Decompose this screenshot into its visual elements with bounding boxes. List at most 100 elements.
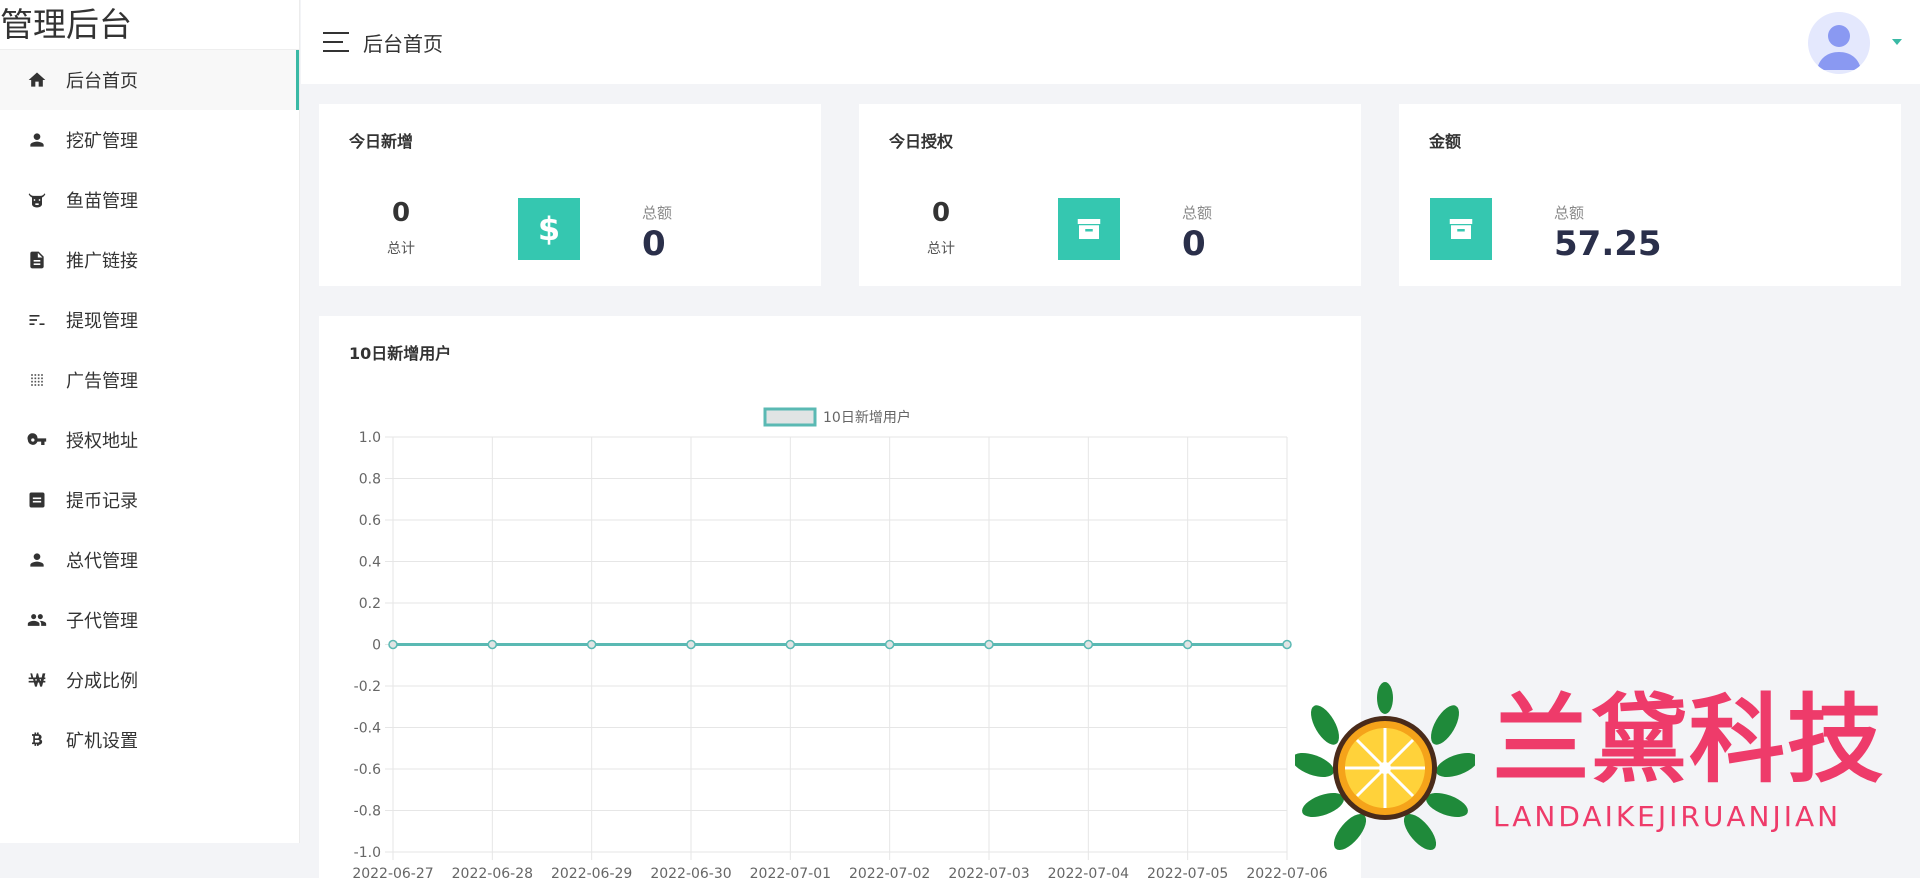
sidebar-item-label: 矿机设置 xyxy=(66,731,138,752)
watermark-title: 兰黛科技 xyxy=(1493,683,1885,796)
sidebar-item-home[interactable]: 后台首页 xyxy=(0,50,299,110)
bitcoin-icon xyxy=(26,729,48,751)
data-point xyxy=(884,639,895,650)
total-value: 57.25 xyxy=(1554,224,1662,264)
y-tick-label: 0.2 xyxy=(359,596,381,612)
menu-toggle-icon[interactable] xyxy=(323,32,349,52)
person-icon xyxy=(26,129,48,151)
y-tick-label: 0 xyxy=(372,638,381,654)
orange-logo-icon xyxy=(1295,682,1475,851)
line-chart: 1.0 0.8 0.6 0.4 0.2 0 -0.2 -0.4 -0.6 -0.8 -1.0 2022… xyxy=(352,407,1328,878)
key-icon xyxy=(26,429,48,451)
y-tick-label: 0.6 xyxy=(359,513,381,529)
sidebar-item-label: 提现管理 xyxy=(66,311,138,332)
count-label: 总计 xyxy=(927,241,955,257)
sidebar-item-label: 分成比例 xyxy=(66,671,138,692)
chart-card: 10日新增用户 1.0 0.8 0.6 0.4 0.2 0 -0.2 -0.4 -0.6 -0.8… xyxy=(319,316,1361,878)
count-label: 总计 xyxy=(387,241,415,257)
page-title: 后台首页 xyxy=(363,31,443,56)
sidebar-item-withdraw-records[interactable]: 提币记录 xyxy=(0,470,299,530)
data-point xyxy=(1083,639,1094,650)
data-point xyxy=(1182,639,1193,650)
card-today-new: 今日新增 0 总计 $ 总额 0 xyxy=(319,104,821,286)
total-label: 总额 xyxy=(642,204,673,222)
x-tick-label: 2022-06-28 xyxy=(452,866,533,878)
record-icon xyxy=(26,489,48,511)
data-point xyxy=(984,639,994,650)
data-point xyxy=(586,639,597,650)
archive-icon xyxy=(1077,219,1101,239)
sidebar-item-share-ratio[interactable]: 分成比例 xyxy=(0,650,299,710)
sidebar-item-fry[interactable]: 鱼苗管理 xyxy=(0,170,299,230)
card-amount: 金额 总额 57.25 xyxy=(1399,104,1901,286)
sort-icon xyxy=(26,309,48,331)
total-label: 总额 xyxy=(1182,204,1213,222)
watermark-subtitle: LANDAIKEJIRUANJIAN xyxy=(1493,800,1842,833)
app-brand: 管理后台 xyxy=(0,0,299,50)
avatar[interactable] xyxy=(1808,12,1870,74)
x-tick-label: 2022-07-02 xyxy=(849,866,930,878)
total-value: 0 xyxy=(642,224,666,264)
y-tick-label: -0.2 xyxy=(354,679,381,695)
sidebar-item-miner-settings[interactable]: 矿机设置 xyxy=(0,710,299,770)
count-value: 0 xyxy=(391,198,411,228)
x-tick-label: 2022-07-04 xyxy=(1048,866,1129,878)
sidebar-item-label: 鱼苗管理 xyxy=(66,191,138,212)
sidebar: 管理后台 后台首页 挖矿管理 鱼苗管理 推广链接 提现管理 广告管理 授权地址 … xyxy=(0,0,300,843)
document-icon xyxy=(26,249,48,271)
archive-icon xyxy=(1449,219,1473,239)
archive-icon-box xyxy=(1058,198,1120,260)
dollar-icon-box: $ xyxy=(518,198,580,260)
count-value: 0 xyxy=(931,198,951,228)
y-tick-label: -1.0 xyxy=(354,845,381,861)
sidebar-item-promo-link[interactable]: 推广链接 xyxy=(0,230,299,290)
sidebar-item-withdraw[interactable]: 提现管理 xyxy=(0,290,299,350)
watermark-logo: 兰黛科技 LANDAIKEJIRUANJIAN xyxy=(1295,680,1920,878)
archive-icon-box xyxy=(1430,198,1492,260)
sidebar-item-label: 后台首页 xyxy=(66,71,138,92)
cow-icon xyxy=(26,189,48,211)
x-tick-label: 2022-06-30 xyxy=(650,866,731,878)
x-tick-label: 2022-07-01 xyxy=(750,866,831,878)
y-tick-label: 1.0 xyxy=(359,430,381,446)
y-tick-label: 0.8 xyxy=(359,472,381,488)
won-icon xyxy=(26,669,48,691)
data-point xyxy=(487,639,498,650)
card-title: 今日授权 xyxy=(889,132,954,151)
sidebar-item-label: 挖矿管理 xyxy=(66,131,138,152)
sidebar-item-auth-address[interactable]: 授权地址 xyxy=(0,410,299,470)
chevron-down-icon[interactable] xyxy=(1892,39,1902,45)
data-point xyxy=(686,639,696,650)
y-tick-label: -0.6 xyxy=(354,762,381,778)
sidebar-item-label: 总代管理 xyxy=(66,551,138,572)
total-label: 总额 xyxy=(1554,204,1585,222)
topbar: 后台首页 xyxy=(301,0,1920,84)
sidebar-item-ads[interactable]: 广告管理 xyxy=(0,350,299,410)
sidebar-item-general-agent[interactable]: 总代管理 xyxy=(0,530,299,590)
x-tick-label: 2022-07-05 xyxy=(1147,866,1228,878)
y-tick-label: -0.8 xyxy=(354,804,381,820)
x-tick-label: 2022-07-03 xyxy=(948,866,1029,878)
sidebar-item-mining[interactable]: 挖矿管理 xyxy=(0,110,299,170)
y-tick-label: -0.4 xyxy=(354,721,381,737)
grid-icon xyxy=(26,369,48,391)
legend-swatch xyxy=(763,407,817,427)
sidebar-item-label: 子代管理 xyxy=(66,611,138,632)
person-icon xyxy=(26,549,48,571)
sidebar-item-label: 授权地址 xyxy=(66,431,138,452)
x-tick-label: 2022-06-29 xyxy=(551,866,632,878)
sidebar-item-label: 广告管理 xyxy=(66,371,138,392)
data-point xyxy=(785,639,796,650)
data-point xyxy=(388,639,398,650)
group-icon xyxy=(26,609,48,631)
sidebar-item-label: 推广链接 xyxy=(66,251,138,272)
legend-label: 10日新增用户 xyxy=(823,409,911,426)
card-title: 金额 xyxy=(1429,132,1462,151)
dollar-icon: $ xyxy=(537,210,561,248)
total-value: 0 xyxy=(1182,224,1206,264)
card-title: 今日新增 xyxy=(349,132,414,151)
sidebar-item-sub-agent[interactable]: 子代管理 xyxy=(0,590,299,650)
x-tick-label: 2022-06-27 xyxy=(352,866,433,878)
sidebar-menu: 后台首页 挖矿管理 鱼苗管理 推广链接 提现管理 广告管理 授权地址 提币记录 … xyxy=(0,50,299,770)
y-tick-label: 0.4 xyxy=(359,555,381,571)
